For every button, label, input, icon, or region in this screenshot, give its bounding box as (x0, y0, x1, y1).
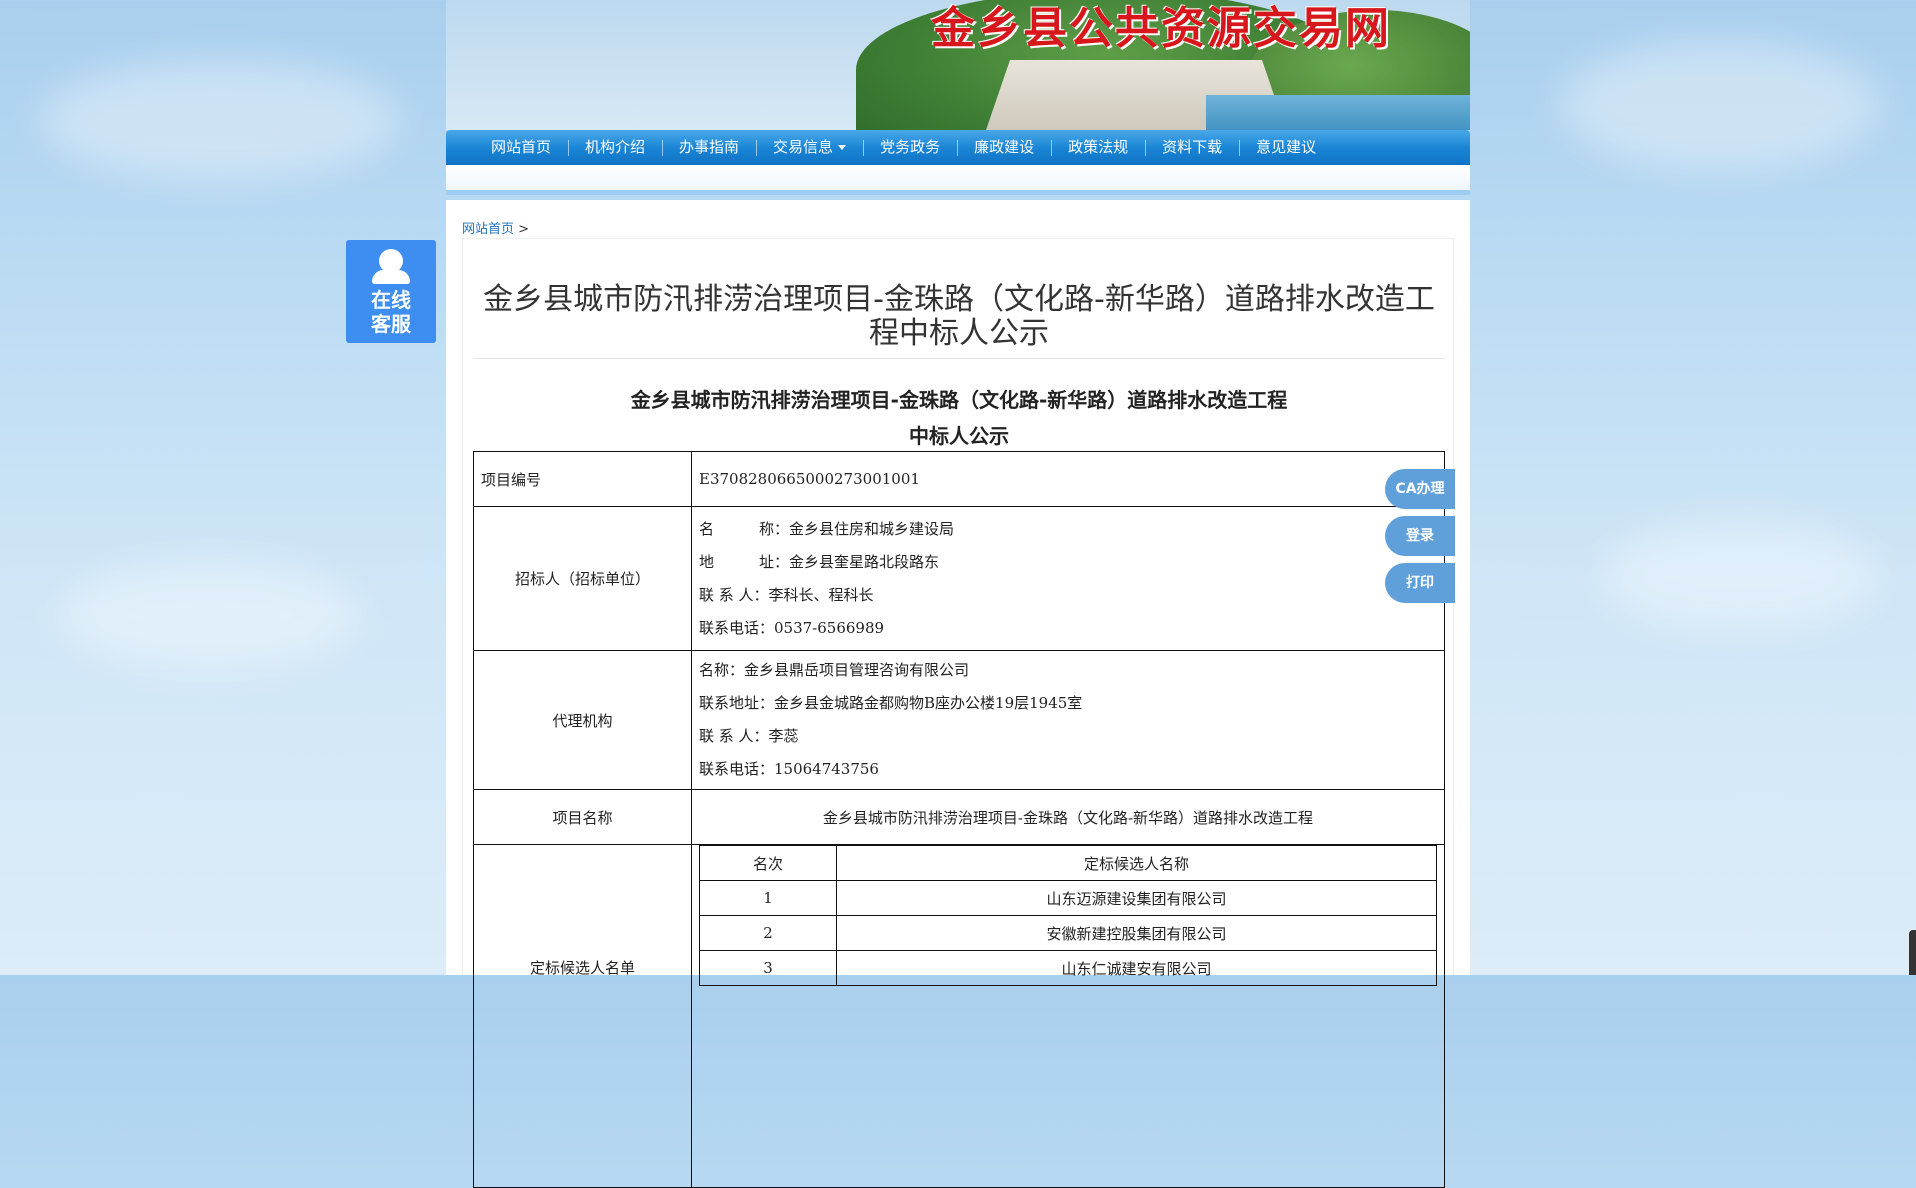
document-heading-line: 中标人公示 (909, 424, 1009, 448)
candidate-rank: 2 (699, 915, 837, 951)
table-row: 2 安徽新建控股集团有限公司 (699, 915, 1437, 951)
article-panel: 金乡县城市防汛排涝治理项目-金珠路（文化路-新华路）道路排水改造工 程中标人公示… (462, 238, 1455, 1188)
candidates-label: 定标候选人名单 (473, 844, 692, 1188)
tenderer-line: 名 称：金乡县住房和城乡建设局 (699, 519, 955, 538)
nav-item-label: 党务政务 (880, 138, 941, 156)
nav-item-label: 交易信息 (773, 138, 834, 156)
background-cloud (1560, 40, 1880, 170)
candidates-header-name: 定标候选人名称 (836, 845, 1437, 881)
candidate-rank: 3 (699, 950, 837, 986)
nav-item-label: 办事指南 (679, 138, 740, 156)
table-row: 3 山东仁诚建安有限公司 (699, 950, 1437, 986)
nav-item-trade-info[interactable]: 交易信息 (756, 130, 863, 165)
project-id-label: 项目编号 (473, 451, 692, 507)
candidate-name: 山东迈源建设集团有限公司 (836, 880, 1437, 916)
tenderer-line: 联 系 人：李科长、程科长 (699, 585, 874, 604)
nav-item-feedback[interactable]: 意见建议 (1239, 130, 1333, 165)
document-heading-line: 金乡县城市防汛排涝治理项目-金珠路（文化路-新华路）道路排水改造工程 (630, 388, 1288, 412)
background-cloud (1600, 520, 1880, 630)
sub-nav-bar (446, 165, 1470, 195)
nav-item-label: 机构介绍 (585, 138, 646, 156)
tenderer-line: 地 址：金乡县奎星路北段路东 (699, 552, 940, 571)
online-service-label-line: 在线 (371, 288, 411, 312)
title-divider (473, 358, 1445, 359)
table-row: 定标候选人名单 名次 定标候选人名称 1 山东迈源建设集团有限公司 2 安徽新建… (473, 844, 1445, 1188)
nav-item-label: 资料下载 (1162, 138, 1223, 156)
candidate-name: 山东仁诚建安有限公司 (836, 950, 1437, 986)
background-cloud (40, 60, 400, 180)
nav-item-about[interactable]: 机构介绍 (568, 130, 662, 165)
candidates-cell: 名次 定标候选人名称 1 山东迈源建设集团有限公司 2 安徽新建控股集团有限公司 (691, 844, 1445, 1188)
site-logo-text[interactable]: 金乡县公共资源交易网 (931, 0, 1391, 56)
nav-item-party-affairs[interactable]: 党务政务 (863, 130, 957, 165)
table-row: 1 山东迈源建设集团有限公司 (699, 880, 1437, 916)
print-button[interactable]: 打印 (1385, 563, 1455, 603)
nav-item-label: 网站首页 (491, 138, 552, 156)
agency-line: 联系地址：金乡县金城路金都购物B座办公楼19层1945室 (699, 694, 1083, 712)
agency-line: 联系电话：15064743756 (699, 760, 879, 778)
candidate-rank: 1 (699, 880, 837, 916)
project-name-value: 金乡县城市防汛排涝治理项目-金珠路（文化路-新华路）道路排水改造工程 (691, 789, 1445, 845)
announcement-table: 项目编号 E3708280665000273001001 招标人（招标单位） 名… (473, 451, 1445, 1188)
online-service-label-line: 客服 (371, 312, 411, 336)
nav-item-guide[interactable]: 办事指南 (662, 130, 756, 165)
project-id-value: E3708280665000273001001 (691, 451, 1445, 507)
candidate-name: 安徽新建控股集团有限公司 (836, 915, 1437, 951)
page-title: 金乡县城市防汛排涝治理项目-金珠路（文化路-新华路）道路排水改造工 程中标人公示 (463, 283, 1455, 351)
candidates-header-rank: 名次 (699, 845, 837, 881)
breadcrumb: 网站首页 > (462, 218, 529, 237)
scroll-handle[interactable] (1909, 930, 1916, 975)
main-content: 网站首页 > 金乡县城市防汛排涝治理项目-金珠路（文化路-新华路）道路排水改造工… (446, 200, 1470, 1188)
nav-item-label: 意见建议 (1256, 138, 1317, 156)
breadcrumb-home-link[interactable]: 网站首页 (462, 222, 514, 237)
tenderer-info: 名 称：金乡县住房和城乡建设局 地 址：金乡县奎星路北段路东 联 系 人：李科长… (691, 506, 1445, 651)
user-icon (372, 270, 410, 284)
background-cloud (60, 560, 360, 670)
banner-water-image (1206, 95, 1470, 130)
nav-item-label: 政策法规 (1068, 138, 1129, 156)
tenderer-label: 招标人（招标单位） (473, 506, 692, 651)
candidates-table: 名次 定标候选人名称 1 山东迈源建设集团有限公司 2 安徽新建控股集团有限公司 (699, 845, 1437, 986)
nav-item-policy[interactable]: 政策法规 (1051, 130, 1145, 165)
nav-item-downloads[interactable]: 资料下载 (1145, 130, 1239, 165)
page-title-line: 金乡县城市防汛排涝治理项目-金珠路（文化路-新华路）道路排水改造工 (483, 282, 1435, 317)
table-row: 代理机构 名称：金乡县鼎岳项目管理咨询有限公司 联系地址：金乡县金城路金都购物B… (473, 650, 1445, 790)
nav-item-home[interactable]: 网站首页 (474, 130, 568, 165)
online-service-label: 在线 客服 (346, 288, 436, 336)
agency-line: 名称：金乡县鼎岳项目管理咨询有限公司 (699, 661, 970, 679)
agency-info: 名称：金乡县鼎岳项目管理咨询有限公司 联系地址：金乡县金城路金都购物B座办公楼1… (691, 650, 1445, 790)
online-service-button[interactable]: 在线 客服 (346, 240, 436, 343)
document-heading: 金乡县城市防汛排涝治理项目-金珠路（文化路-新华路）道路排水改造工程 中标人公示 (463, 382, 1455, 454)
agency-label: 代理机构 (473, 650, 692, 790)
chevron-down-icon (838, 145, 847, 150)
table-row: 项目名称 金乡县城市防汛排涝治理项目-金珠路（文化路-新华路）道路排水改造工程 (473, 789, 1445, 845)
main-nav: 网站首页 机构介绍 办事指南 交易信息 党务政务 廉政建设 政策法规 资料下载 … (446, 130, 1470, 165)
nav-item-integrity[interactable]: 廉政建设 (957, 130, 1051, 165)
ca-service-button[interactable]: CA办理 (1385, 469, 1455, 509)
tenderer-line: 联系电话：0537-6566989 (699, 618, 885, 637)
agency-line: 联 系 人：李蕊 (699, 727, 799, 745)
page-title-line: 程中标人公示 (869, 316, 1049, 351)
nav-item-label: 廉政建设 (974, 138, 1035, 156)
project-name-label: 项目名称 (473, 789, 692, 845)
breadcrumb-separator: > (518, 222, 530, 237)
table-row: 项目编号 E3708280665000273001001 (473, 451, 1445, 507)
table-row: 名次 定标候选人名称 (699, 845, 1437, 881)
site-header-banner: 金乡县公共资源交易网 (446, 0, 1470, 130)
login-button[interactable]: 登录 (1385, 516, 1455, 556)
table-row: 招标人（招标单位） 名 称：金乡县住房和城乡建设局 地 址：金乡县奎星路北段路东… (473, 506, 1445, 651)
